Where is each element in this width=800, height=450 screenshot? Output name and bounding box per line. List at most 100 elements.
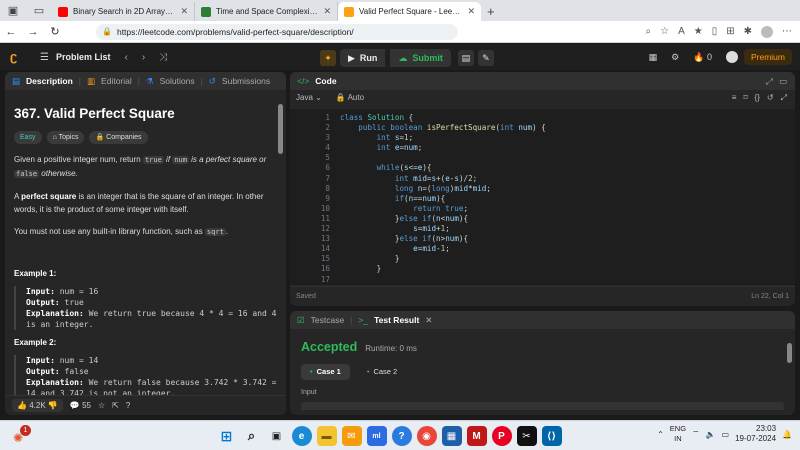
prev-problem-icon[interactable]: ‹	[124, 52, 127, 63]
split-screen-icon[interactable]: ▯	[712, 26, 718, 37]
browser-tab-2[interactable]: Time and Space Complexity Anal ✕	[195, 2, 338, 21]
result-scrollbar[interactable]	[787, 343, 792, 363]
photos-icon[interactable]: ▦	[441, 426, 462, 446]
mindmap-icon[interactable]: ml	[366, 426, 387, 446]
comments-button[interactable]: 💬 55	[70, 401, 91, 410]
workspaces-icon[interactable]: ▣	[6, 4, 20, 18]
minimize-icon[interactable]: ▭	[779, 76, 787, 87]
tab-solutions[interactable]: Solutions	[160, 76, 195, 86]
streak-counter[interactable]: 🔥 0	[693, 52, 712, 63]
battery-icon[interactable]: ▭	[722, 430, 730, 439]
code-line[interactable]: 15 }	[290, 254, 795, 264]
tab-editorial[interactable]: Editorial	[101, 76, 132, 86]
extensions-icon[interactable]: ✱	[744, 26, 752, 37]
menu-icon[interactable]: ⋯	[782, 26, 792, 37]
code-editor[interactable]: 1 class Solution {2 public boolean isPerf…	[290, 109, 795, 285]
code-line[interactable]: 14 e=mid-1;	[290, 244, 795, 254]
code-line[interactable]: 6 while(s<=e){	[290, 163, 795, 173]
tab-test-result[interactable]: Test Result	[374, 315, 419, 325]
case-1-tab[interactable]: • Case 1	[301, 364, 350, 380]
browser-tab-1[interactable]: Binary Search in 2D Arrays - You ✕	[52, 2, 195, 21]
note-icon[interactable]: ✎	[477, 50, 494, 66]
code-line[interactable]: 10 return true;	[290, 204, 795, 214]
language-select[interactable]: Java ⌄	[296, 93, 322, 102]
mcafee-icon[interactable]: M	[466, 426, 487, 446]
format-icon[interactable]: ≡	[732, 93, 737, 103]
new-tab-icon[interactable]: +	[487, 4, 495, 19]
expand-icon[interactable]: ⤢	[766, 76, 773, 87]
premium-button[interactable]: Premium	[743, 49, 792, 65]
start-icon[interactable]: ⊞	[217, 426, 237, 446]
close-icon[interactable]: ✕	[467, 6, 475, 17]
file-explorer-icon[interactable]: ▬	[316, 426, 337, 446]
task-view-icon[interactable]: ▣	[267, 426, 287, 446]
layout-icon[interactable]: ▦	[649, 52, 658, 63]
leetcode-logo-icon[interactable]: ʗ	[10, 50, 24, 64]
code-line[interactable]: 4 int e=num;	[290, 143, 795, 153]
code-line[interactable]: 3 int s=1;	[290, 133, 795, 143]
close-icon[interactable]: ✕	[425, 315, 432, 326]
companies-button[interactable]: 🔒 Companies	[89, 131, 148, 144]
wifi-icon[interactable]: ⌔	[692, 429, 700, 439]
help-app-icon[interactable]: ?	[391, 426, 412, 446]
bookmark-icon[interactable]: ⌑	[743, 93, 747, 103]
code-line[interactable]: 9 if(n==num){	[290, 194, 795, 204]
case-2-tab[interactable]: • Case 2	[358, 364, 406, 380]
code-line[interactable]: 17	[290, 275, 795, 285]
share-icon[interactable]: ⇱	[112, 401, 119, 410]
code-line[interactable]: 5	[290, 153, 795, 163]
run-button[interactable]: ▶ Run	[340, 49, 386, 67]
star-icon[interactable]: ☆	[660, 26, 669, 37]
list-icon[interactable]: ☰	[40, 52, 49, 63]
code-line[interactable]: 8 long n=(long)mid*mid;	[290, 184, 795, 194]
thumbs-down-icon[interactable]: 👎	[48, 401, 58, 410]
code-line[interactable]: 13 }else if(n>num){	[290, 234, 795, 244]
search-icon[interactable]: ⌕	[645, 26, 651, 37]
code-line[interactable]: 2 public boolean isPerfectSquare(int num…	[290, 123, 795, 133]
browser-tab-3[interactable]: Valid Perfect Square - LeetCode ✕	[338, 2, 481, 21]
clock[interactable]: 23:03 19-07-2024	[735, 424, 776, 444]
chevron-up-icon[interactable]: ⌃	[657, 430, 664, 439]
collections-icon[interactable]: ⊞	[726, 26, 734, 37]
code-tab[interactable]: Code	[315, 76, 336, 86]
help-icon[interactable]: ?	[126, 401, 130, 410]
language-indicator[interactable]: ENG IN	[670, 424, 686, 444]
back-icon[interactable]: ←	[0, 26, 22, 38]
tab-description[interactable]: Description	[26, 76, 73, 86]
favorites-icon[interactable]: ★	[694, 26, 703, 37]
close-icon[interactable]: ✕	[323, 6, 331, 17]
profile-avatar[interactable]	[761, 25, 773, 38]
refresh-icon[interactable]: ↻	[44, 25, 66, 38]
code-line[interactable]: 7 int mid=s+(e-s)/2;	[290, 174, 795, 184]
capcut-icon[interactable]: ✂	[516, 426, 537, 446]
code-line[interactable]: 12 s=mid+1;	[290, 224, 795, 234]
forward-icon[interactable]: →	[22, 26, 44, 38]
pinterest-icon[interactable]: P	[491, 426, 512, 446]
speaker-icon[interactable]: 🔈	[706, 430, 716, 439]
mail-icon[interactable]: ✉	[341, 426, 362, 446]
close-icon[interactable]: ✕	[180, 6, 188, 17]
user-avatar[interactable]	[726, 51, 738, 63]
description-scrollbar[interactable]	[278, 104, 283, 154]
tab-submissions[interactable]: Submissions	[222, 76, 270, 86]
notification-bell-icon[interactable]: 🔔	[782, 430, 792, 439]
code-line[interactable]: 1 class Solution {	[290, 113, 795, 123]
url-input[interactable]: 🔒 https://leetcode.com/problems/valid-pe…	[96, 23, 458, 40]
chrome-icon[interactable]: ◉	[416, 426, 437, 446]
edge-icon[interactable]: e	[291, 426, 312, 446]
vscode-icon[interactable]: ⟨⟩	[541, 426, 562, 446]
braces-icon[interactable]: {}	[755, 93, 760, 103]
like-button[interactable]: 👍 4.2K 👎	[12, 399, 63, 412]
debug-icon[interactable]: ✦	[320, 50, 336, 66]
topics-button[interactable]: ⌂ Topics	[46, 131, 85, 144]
submit-button[interactable]: ☁ Submit	[390, 49, 451, 67]
problem-list-button[interactable]: Problem List	[56, 52, 111, 62]
shuffle-icon[interactable]: ⤨	[159, 52, 167, 63]
reset-icon[interactable]: ↺	[767, 93, 774, 103]
settings-icon[interactable]: ⚙	[671, 52, 679, 63]
code-line[interactable]: 11 }else if(n<num){	[290, 214, 795, 224]
search-icon[interactable]: ⌕	[242, 426, 262, 446]
tab-testcase[interactable]: Testcase	[311, 315, 345, 325]
fullscreen-icon[interactable]: ⤢	[781, 93, 787, 103]
code-line[interactable]: 16 }	[290, 264, 795, 274]
